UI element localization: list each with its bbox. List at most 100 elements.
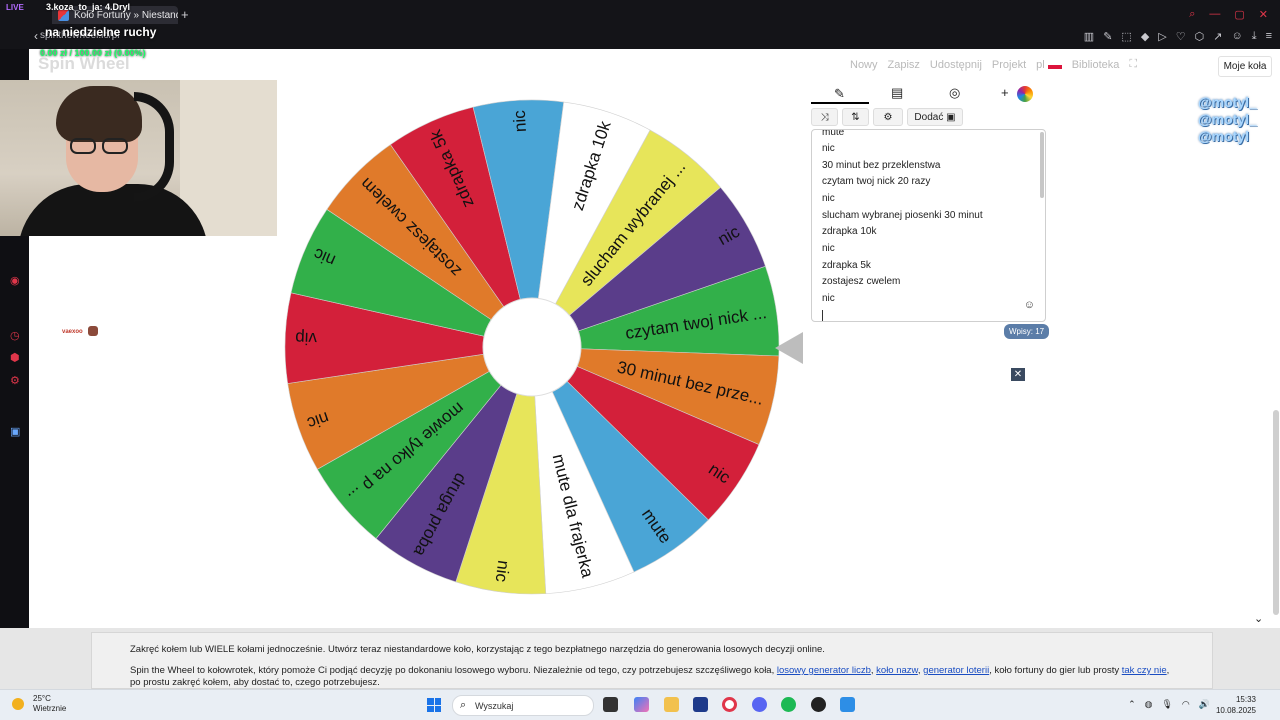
pin-icon[interactable]: ✎ <box>1103 30 1112 43</box>
spin-wheel[interactable]: czytam twoj nick ...30 minut bez prze...… <box>283 98 781 596</box>
site-logo[interactable]: Spin Wheel <box>38 54 130 74</box>
wheel-segment-label: nic <box>510 109 530 132</box>
task-view-icon[interactable] <box>603 697 618 712</box>
play-icon[interactable]: ▷ <box>1158 30 1166 43</box>
pocket-icon[interactable]: ◆ <box>1141 30 1149 43</box>
clock[interactable]: 15:33 10.08.2025 <box>1216 694 1256 716</box>
minimize-icon[interactable]: — <box>1209 8 1220 21</box>
tray-app-icon[interactable]: ◍ <box>1145 699 1153 710</box>
search-icon[interactable]: ⌕ <box>1189 8 1195 21</box>
sidebar-settings-icon[interactable]: ⚙ <box>10 374 20 387</box>
sidebar-target-icon[interactable]: ◉ <box>10 274 20 287</box>
gear-icon: ⚙ <box>883 111 893 123</box>
obs-icon[interactable] <box>811 697 826 712</box>
emoji-icon[interactable]: ☺ <box>1024 299 1035 311</box>
profile-icon[interactable]: ☺ <box>1231 30 1242 43</box>
weather-widget[interactable]: 25°C Wietrznie <box>33 694 66 714</box>
link-lottery[interactable]: generator loterii <box>923 665 989 676</box>
back-arrow-icon[interactable]: ‹ <box>34 29 38 43</box>
site-nav: Nowy Zapisz Udostępnij Projekt pl Biblio… <box>850 58 1137 71</box>
file-explorer-icon[interactable] <box>664 697 679 712</box>
spotify-icon[interactable] <box>781 697 796 712</box>
volume-icon[interactable]: 🔊 <box>1199 699 1210 710</box>
stream-headline: na niedzielne ruchy <box>45 25 157 39</box>
entry-line: 30 minut bez przeklenstwa <box>822 160 941 171</box>
info-intro: Zakręć kołem lub WIELE kołami jednocześn… <box>130 644 825 655</box>
nav-share[interactable]: Udostępnij <box>930 59 982 71</box>
entry-line: czytam twoj nick 20 razy <box>822 176 931 187</box>
my-wheels-button[interactable]: Moje koła <box>1218 56 1272 77</box>
opera-gx-icon[interactable] <box>722 697 737 712</box>
link-random-number[interactable]: losowy generator liczb <box>777 665 871 676</box>
new-tab-plus-icon[interactable]: + <box>181 7 189 22</box>
entries-count-badge: Wpisy: 17 <box>1004 324 1050 339</box>
wifi-icon[interactable]: ◠ <box>1182 699 1190 710</box>
results-clipboard-icon[interactable]: ▤ <box>891 85 903 101</box>
social-handle-3: @motyl <box>1198 128 1249 144</box>
nav-design[interactable]: Projekt <box>992 59 1026 71</box>
download-icon[interactable]: ⤓ <box>1252 30 1257 43</box>
nav-new[interactable]: Nowy <box>850 59 878 71</box>
add-plus-icon[interactable]: + <box>1001 85 1009 100</box>
polish-flag-icon <box>1047 60 1062 69</box>
link-name-wheel[interactable]: koło nazw <box>876 665 918 676</box>
chevron-down-icon[interactable]: ⌄ <box>1254 612 1263 625</box>
entry-line: zostajesz cwelem <box>822 276 901 287</box>
windows-taskbar: 25°C Wietrznie ⌕ Wyszukaj ⌃ ◍ 🎙 ◠ 🔊 15:33 1… <box>0 689 1280 720</box>
wheel-segment-label: vip <box>295 328 317 348</box>
copilot-icon[interactable] <box>634 697 649 712</box>
social-handle-1: @motyl_ <box>1198 94 1257 110</box>
shuffle-icon: ⤨ <box>820 111 829 123</box>
search-placeholder: Wyszukaj <box>475 700 514 711</box>
settings-button[interactable]: ⚙ <box>873 108 903 126</box>
color-wheel-icon[interactable] <box>1017 86 1033 102</box>
add-image-button[interactable]: Dodać ▣ <box>907 108 963 126</box>
sidebar-cube-icon[interactable]: ⬢ <box>10 351 20 364</box>
sidebar-app-icon[interactable]: ▣ <box>10 425 20 438</box>
edit-pencil-icon[interactable]: ✎ <box>834 86 845 102</box>
discord-icon[interactable] <box>752 697 767 712</box>
link-yes-no[interactable]: tak czy nie <box>1122 665 1167 676</box>
store-icon[interactable] <box>693 697 708 712</box>
webcam-glasses-left <box>70 138 96 154</box>
stream-ticker: 3.koza_to_ja: 4.Dryl <box>46 2 131 12</box>
search-icon: ⌕ <box>460 699 467 711</box>
screenshot-icon[interactable]: ⬚ <box>1121 30 1131 43</box>
start-menu-icon[interactable] <box>427 698 441 712</box>
shuffle-button[interactable]: ⤨ <box>811 108 838 126</box>
menu-icon[interactable]: ≡ <box>1266 30 1272 43</box>
share-icon[interactable]: ↗ <box>1213 30 1222 43</box>
weather-condition: Wietrznie <box>33 704 67 713</box>
taskbar-search[interactable]: ⌕ Wyszukaj <box>452 695 594 716</box>
close-icon[interactable]: ✕ <box>1011 368 1025 381</box>
hide-eye-icon[interactable]: ◎ <box>949 85 960 101</box>
active-tab-indicator <box>811 102 869 104</box>
heart-icon[interactable]: ♡ <box>1176 30 1186 43</box>
webcam-hair <box>56 86 142 142</box>
reader-icon[interactable]: ▥ <box>1084 30 1094 43</box>
nav-save[interactable]: Zapisz <box>888 59 920 71</box>
entry-line: mute <box>822 129 845 138</box>
nav-library[interactable]: Biblioteka <box>1072 59 1120 71</box>
close-window-icon[interactable]: ✕ <box>1259 8 1268 21</box>
nav-language[interactable]: pl <box>1036 59 1062 71</box>
entries-textarea[interactable]: mute nic 30 minut bez przeklenstwa czyta… <box>811 129 1046 322</box>
wheel-segment-label: nic <box>492 559 514 583</box>
language-code: pl <box>1036 58 1045 71</box>
maximize-icon[interactable]: ▢ <box>1234 8 1244 21</box>
sidebar-clock-icon[interactable]: ◷ <box>10 329 20 342</box>
sort-button[interactable]: ⇅ <box>842 108 869 126</box>
webcam-glasses-right <box>102 138 128 154</box>
page-scrollbar[interactable] <box>1273 410 1279 615</box>
microphone-icon[interactable]: 🎙 <box>1161 699 1172 710</box>
sort-icon: ⇅ <box>851 111 860 123</box>
webcam-headphones <box>134 92 174 202</box>
wheel-center-hub[interactable] <box>482 297 582 397</box>
browser-top-bar: LIVE Koło Fortuny » Niestandar + 3.koza_… <box>0 0 1280 49</box>
info-description: Spin the Wheel to kołowrotek, który pomo… <box>130 665 1174 688</box>
tray-chevron-icon[interactable]: ⌃ <box>1128 699 1136 710</box>
extensions-icon[interactable]: ⬡ <box>1195 30 1205 43</box>
fullscreen-icon[interactable]: ⛶ <box>1129 58 1137 71</box>
app-icon[interactable] <box>840 697 855 712</box>
entries-scrollbar[interactable] <box>1040 132 1044 198</box>
